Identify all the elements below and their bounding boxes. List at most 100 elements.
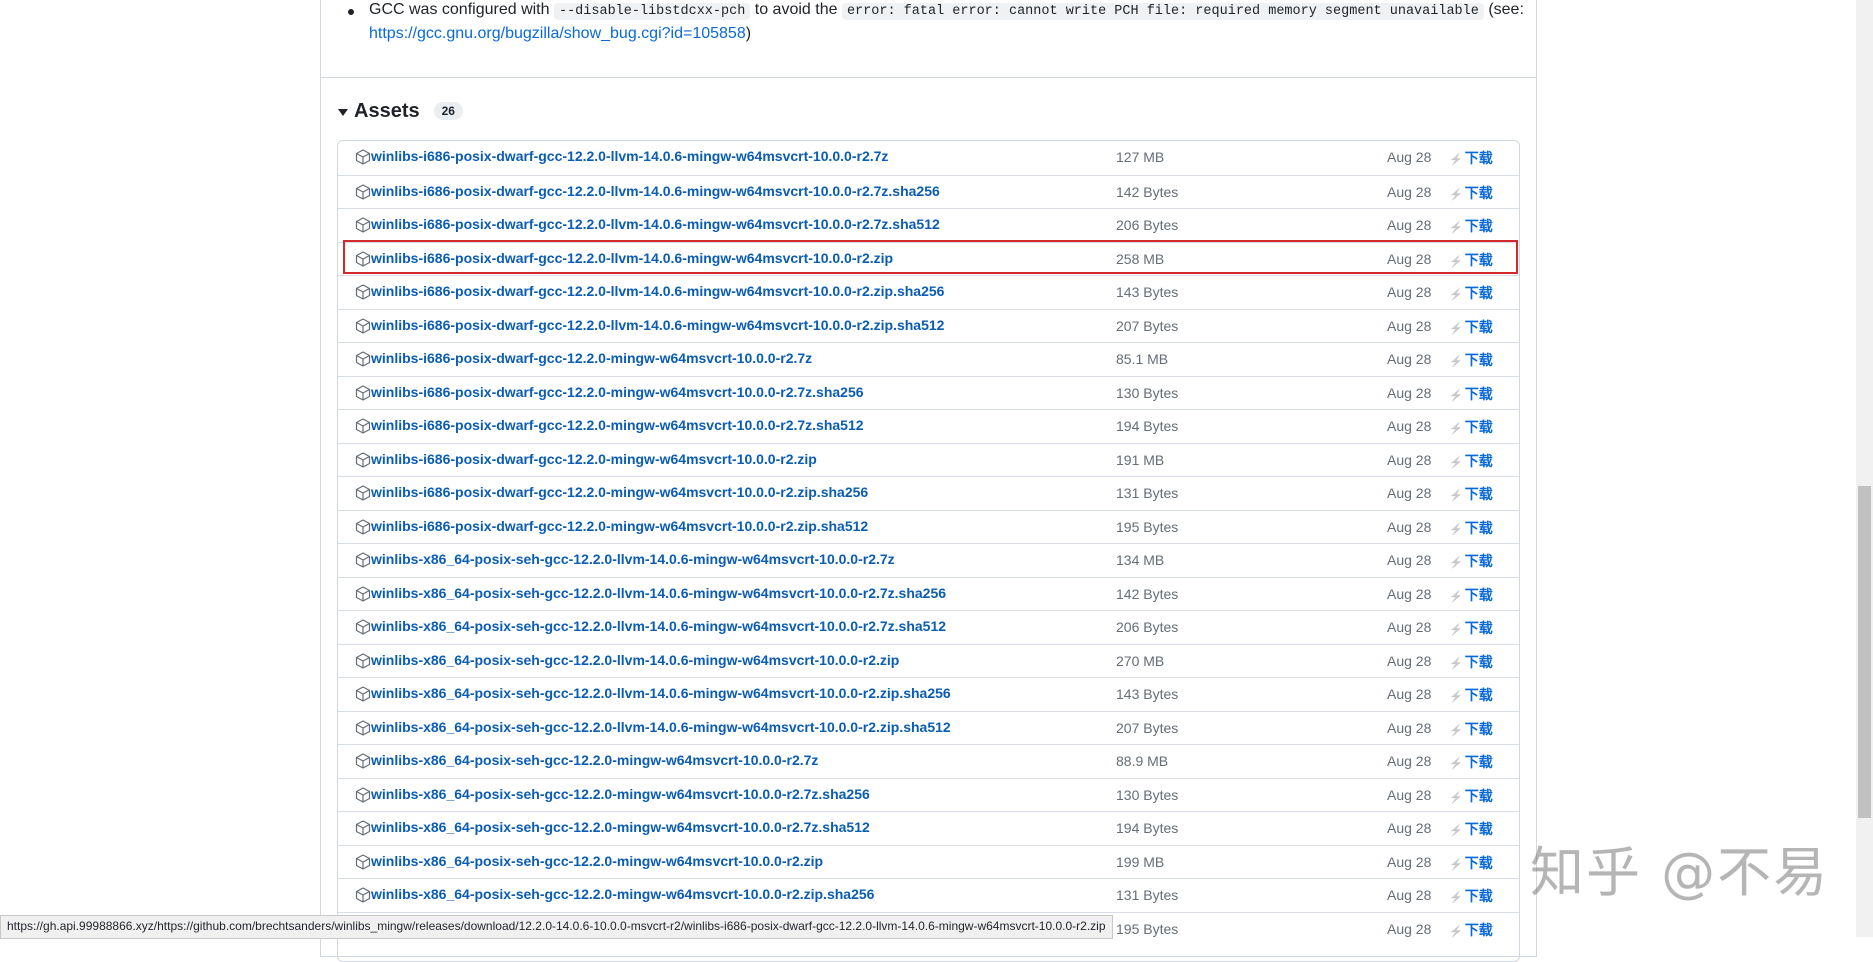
lightning-icon: ⚡ [1449, 691, 1463, 703]
asset-name-link[interactable]: winlibs-i686-posix-dwarf-gcc-12.2.0-llvm… [371, 183, 940, 199]
note-line-2: https://gcc.gnu.org/bugzilla/show_bug.cg… [369, 22, 751, 46]
download-link[interactable]: ⚡ 下载 [1449, 853, 1493, 873]
asset-name-link[interactable]: winlibs-x86_64-posix-seh-gcc-12.2.0-llvm… [371, 585, 946, 601]
download-link[interactable]: ⚡ 下载 [1449, 451, 1493, 471]
lightning-icon: ⚡ [1449, 724, 1463, 737]
download-label: 下载 [1464, 754, 1493, 770]
lightning-icon: ⚡ [1449, 758, 1463, 770]
download-link[interactable]: ⚡ 下载 [1449, 484, 1493, 504]
asset-name-link[interactable]: winlibs-i686-posix-dwarf-gcc-12.2.0-llvm… [371, 148, 888, 164]
download-link[interactable]: ⚡ 下载 [1449, 585, 1493, 605]
download-label: 下载 [1464, 419, 1493, 435]
download-link[interactable]: ⚡ 下载 [1449, 518, 1493, 538]
package-icon [355, 619, 371, 635]
bugzilla-link[interactable]: https://gcc.gnu.org/bugzilla/show_bug.cg… [369, 25, 746, 42]
package-icon [355, 284, 371, 300]
download-link[interactable]: ⚡ 下载 [1449, 618, 1493, 638]
lightning-icon: ⚡ [1449, 490, 1463, 502]
asset-row: winlibs-i686-posix-dwarf-gcc-12.2.0-ming… [338, 342, 1519, 376]
download-label: 下载 [1464, 620, 1493, 636]
asset-name-link[interactable]: winlibs-i686-posix-dwarf-gcc-12.2.0-ming… [371, 518, 868, 534]
asset-name-link[interactable]: winlibs-x86_64-posix-seh-gcc-12.2.0-ming… [371, 853, 823, 869]
asset-row: winlibs-x86_64-posix-seh-gcc-12.2.0-llvm… [338, 543, 1519, 577]
asset-date: Aug 28 [1387, 418, 1432, 434]
package-icon [355, 384, 371, 401]
asset-row: winlibs-i686-posix-dwarf-gcc-12.2.0-llvm… [338, 208, 1519, 242]
package-icon [355, 149, 371, 165]
download-link[interactable]: ⚡ 下载 [1449, 317, 1493, 337]
asset-name-link[interactable]: winlibs-i686-posix-dwarf-gcc-12.2.0-llvm… [371, 317, 944, 333]
download-link[interactable]: ⚡ 下载 [1449, 819, 1493, 839]
package-icon [355, 317, 371, 334]
download-link[interactable]: ⚡ 下载 [1449, 652, 1493, 672]
lightning-icon: ⚡ [1449, 222, 1463, 234]
package-icon [355, 820, 371, 836]
asset-date: Aug 28 [1387, 351, 1432, 367]
package-icon [355, 887, 371, 903]
package-icon [355, 418, 371, 434]
asset-name-link[interactable]: winlibs-x86_64-posix-seh-gcc-12.2.0-ming… [371, 786, 870, 802]
download-label: 下载 [1464, 888, 1493, 904]
download-label: 下载 [1464, 653, 1493, 670]
asset-date: Aug 28 [1387, 619, 1432, 635]
asset-row: winlibs-x86_64-posix-seh-gcc-12.2.0-llvm… [338, 610, 1519, 644]
download-link[interactable]: ⚡ 下载 [1449, 283, 1493, 303]
asset-name-link[interactable]: winlibs-x86_64-posix-seh-gcc-12.2.0-ming… [371, 752, 818, 768]
lightning-icon: ⚡ [1449, 858, 1463, 871]
download-label: 下载 [1464, 486, 1493, 502]
asset-size: 270 MB [1116, 652, 1165, 669]
download-link[interactable]: ⚡ 下载 [1449, 148, 1493, 168]
download-link[interactable]: ⚡ 下载 [1449, 417, 1493, 437]
download-link[interactable]: ⚡ 下载 [1449, 183, 1493, 203]
download-link[interactable]: ⚡ 下载 [1449, 786, 1493, 806]
asset-name-link[interactable]: winlibs-i686-posix-dwarf-gcc-12.2.0-llvm… [371, 283, 944, 299]
download-link[interactable]: ⚡ 下载 [1449, 719, 1493, 739]
package-icon [355, 183, 371, 200]
asset-name-link[interactable]: winlibs-x86_64-posix-seh-gcc-12.2.0-llvm… [371, 685, 951, 701]
asset-name-link[interactable]: winlibs-i686-posix-dwarf-gcc-12.2.0-ming… [371, 350, 812, 366]
download-link[interactable]: ⚡ 下载 [1449, 685, 1493, 705]
asset-name-link[interactable]: winlibs-x86_64-posix-seh-gcc-12.2.0-ming… [371, 886, 874, 902]
download-link[interactable]: ⚡ 下载 [1449, 384, 1493, 404]
lightning-icon: ⚡ [1449, 289, 1463, 301]
asset-name-link[interactable]: winlibs-i686-posix-dwarf-gcc-12.2.0-llvm… [371, 216, 940, 232]
asset-size: 127 MB [1116, 149, 1165, 165]
download-link[interactable]: ⚡ 下载 [1449, 350, 1493, 370]
asset-size: 207 Bytes [1116, 719, 1179, 736]
package-icon [355, 518, 371, 535]
download-link[interactable]: ⚡ 下载 [1449, 250, 1493, 270]
lightning-icon: ⚡ [1449, 557, 1463, 569]
note-text: to avoid the [754, 1, 838, 18]
download-label: 下载 [1464, 352, 1493, 368]
asset-row: winlibs-x86_64-posix-seh-gcc-12.2.0-ming… [338, 811, 1519, 845]
lightning-icon: ⚡ [1449, 423, 1463, 435]
download-label: 下载 [1464, 184, 1493, 201]
download-label: 下载 [1464, 452, 1493, 469]
download-link[interactable]: ⚡ 下载 [1449, 551, 1493, 571]
asset-size: 143 Bytes [1116, 686, 1179, 702]
note-line-1: GCC was configured with --disable-libstd… [369, 0, 1524, 24]
download-link[interactable]: ⚡ 下载 [1449, 886, 1493, 906]
asset-name-link[interactable]: winlibs-i686-posix-dwarf-gcc-12.2.0-llvm… [371, 250, 893, 266]
download-link[interactable]: ⚡ 下载 [1449, 752, 1493, 772]
asset-row: winlibs-i686-posix-dwarf-gcc-12.2.0-ming… [338, 442, 1519, 477]
asset-name-link[interactable]: winlibs-i686-posix-dwarf-gcc-12.2.0-ming… [371, 384, 864, 400]
asset-name-link[interactable]: winlibs-x86_64-posix-seh-gcc-12.2.0-llvm… [371, 719, 951, 735]
download-label: 下载 [1464, 854, 1493, 871]
asset-name-link[interactable]: winlibs-x86_64-posix-seh-gcc-12.2.0-ming… [371, 819, 870, 835]
asset-name-link[interactable]: winlibs-x86_64-posix-seh-gcc-12.2.0-llvm… [371, 618, 946, 634]
scrollbar-thumb[interactable] [1858, 486, 1871, 818]
package-icon [355, 585, 371, 602]
asset-size: 88.9 MB [1116, 753, 1169, 769]
package-icon [355, 686, 371, 702]
download-link[interactable]: ⚡ 下载 [1449, 216, 1493, 236]
asset-row: winlibs-i686-posix-dwarf-gcc-12.2.0-llvm… [338, 241, 1519, 276]
asset-row: winlibs-i686-posix-dwarf-gcc-12.2.0-ming… [338, 375, 1519, 410]
asset-name-link[interactable]: winlibs-i686-posix-dwarf-gcc-12.2.0-ming… [371, 451, 817, 467]
assets-toggle[interactable]: Assets 26 [338, 98, 463, 124]
asset-name-link[interactable]: winlibs-x86_64-posix-seh-gcc-12.2.0-llvm… [371, 652, 899, 668]
asset-name-link[interactable]: winlibs-x86_64-posix-seh-gcc-12.2.0-llvm… [371, 551, 895, 567]
asset-name-link[interactable]: winlibs-i686-posix-dwarf-gcc-12.2.0-ming… [371, 417, 864, 433]
asset-name-link[interactable]: winlibs-i686-posix-dwarf-gcc-12.2.0-ming… [371, 484, 868, 500]
asset-size: 258 MB [1116, 250, 1165, 267]
